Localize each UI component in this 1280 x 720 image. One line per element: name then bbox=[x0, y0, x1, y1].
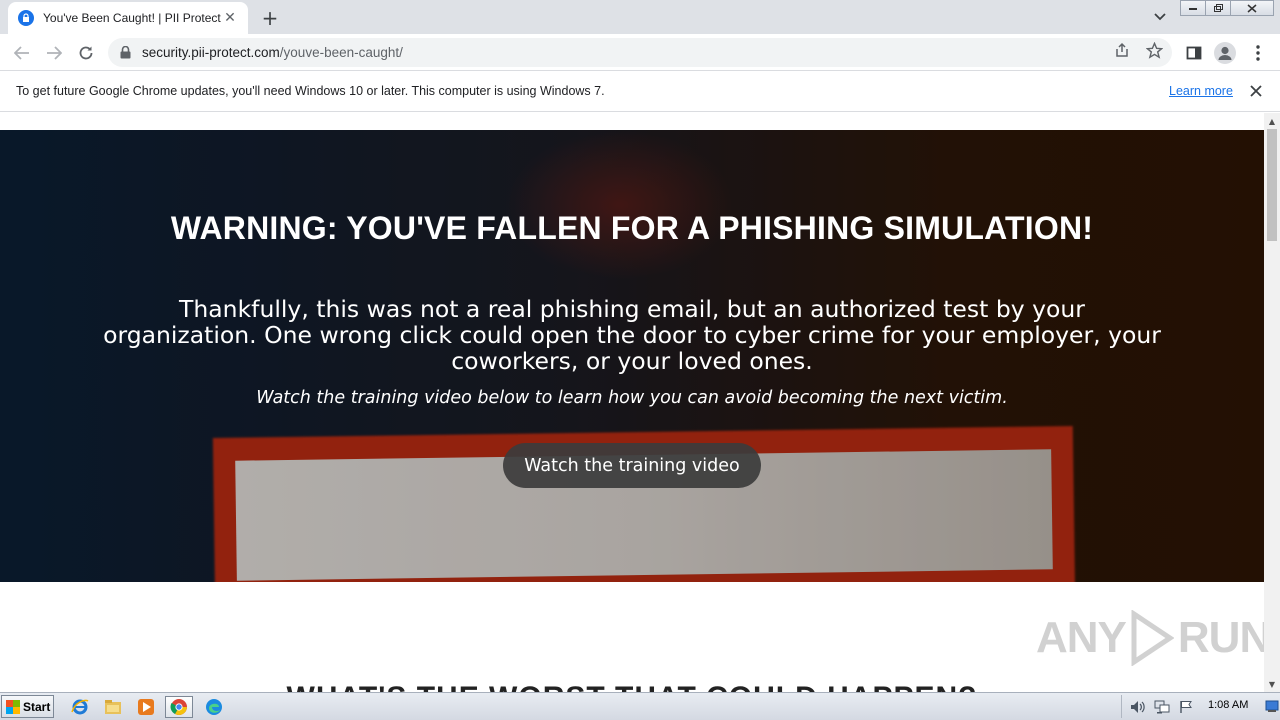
kebab-menu-icon[interactable] bbox=[1247, 42, 1269, 64]
action-center-flag-icon[interactable] bbox=[1178, 699, 1194, 715]
url-path: /youve-been-caught/ bbox=[279, 45, 403, 60]
infobar-message: To get future Google Chrome updates, you… bbox=[16, 84, 605, 98]
anyrun-watermark: ANY RUN bbox=[1036, 610, 1264, 666]
close-icon[interactable]: ✕ bbox=[222, 10, 238, 26]
media-player-icon[interactable] bbox=[132, 696, 160, 718]
scroll-down-arrow-icon[interactable]: ▼ bbox=[1264, 677, 1280, 691]
learn-more-link[interactable]: Learn more bbox=[1169, 84, 1233, 98]
scroll-up-arrow-icon[interactable]: ▲ bbox=[1264, 114, 1280, 128]
address-bar[interactable]: security.pii-protect.com/youve-been-caug… bbox=[108, 38, 1172, 67]
start-button[interactable]: Start bbox=[1, 695, 54, 718]
internet-explorer-icon[interactable] bbox=[66, 696, 94, 718]
chevron-down-icon[interactable] bbox=[1150, 8, 1170, 26]
chrome-taskbar-icon[interactable] bbox=[165, 696, 193, 718]
hero-lead-text: Thankfully, this was not a real phishing… bbox=[103, 295, 1161, 375]
shield-icon bbox=[18, 10, 34, 26]
share-icon[interactable] bbox=[1113, 41, 1131, 59]
minimize-icon[interactable] bbox=[1180, 0, 1206, 16]
side-panel-icon[interactable] bbox=[1183, 42, 1205, 64]
window-controls bbox=[1180, 0, 1274, 18]
browser-toolbar: security.pii-protect.com/youve-been-caug… bbox=[0, 34, 1280, 71]
network-icon[interactable] bbox=[1154, 699, 1170, 715]
watermark-text-left: ANY bbox=[1036, 613, 1127, 662]
watermark-text-right: RUN bbox=[1177, 613, 1264, 662]
restore-icon[interactable] bbox=[1205, 0, 1231, 16]
taskbar-clock: 1:08 AM bbox=[1208, 699, 1249, 711]
reload-icon[interactable] bbox=[73, 40, 99, 66]
page-title: WARNING: YOU'VE FALLEN FOR A PHISHING SI… bbox=[170, 210, 1094, 246]
volume-icon[interactable] bbox=[1130, 699, 1146, 715]
bookmark-star-icon[interactable] bbox=[1145, 41, 1163, 59]
forward-arrow-icon[interactable] bbox=[41, 40, 67, 66]
windows-logo-icon bbox=[6, 699, 20, 714]
tab-title: You've Been Caught! | PII Protect bbox=[43, 11, 221, 25]
vertical-scrollbar[interactable]: ▲ ▼ bbox=[1264, 113, 1280, 692]
hero-banner: WARNING: YOU'VE FALLEN FOR A PHISHING SI… bbox=[0, 130, 1264, 582]
new-tab-button[interactable]: + bbox=[256, 6, 284, 30]
play-icon bbox=[1131, 610, 1174, 666]
window-close-icon[interactable] bbox=[1230, 0, 1274, 16]
page-viewport: WARNING: YOU'VE FALLEN FOR A PHISHING SI… bbox=[0, 113, 1264, 692]
back-arrow-icon[interactable] bbox=[9, 40, 35, 66]
hero-subtext: Watch the training video below to learn … bbox=[256, 388, 1008, 408]
section-heading: WHAT'S THE WORST THAT COULD HAPPEN? bbox=[0, 681, 1264, 692]
close-icon[interactable] bbox=[1247, 82, 1265, 100]
system-tray: 1:08 AM bbox=[1121, 695, 1280, 718]
watch-training-video-button[interactable]: Watch the training video bbox=[503, 443, 761, 488]
start-label: Start bbox=[23, 699, 51, 714]
scrollbar-thumb[interactable] bbox=[1267, 129, 1277, 241]
profile-avatar-icon[interactable] bbox=[1214, 42, 1236, 64]
windows-taskbar: Start 1:08 AM bbox=[0, 692, 1280, 720]
lock-icon[interactable] bbox=[120, 46, 134, 60]
edge-icon[interactable] bbox=[200, 696, 228, 718]
tab-strip: You've Been Caught! | PII Protect ✕ + bbox=[0, 0, 1280, 34]
url-host: security.pii-protect.com bbox=[142, 45, 280, 60]
file-explorer-icon[interactable] bbox=[99, 696, 127, 718]
browser-tab[interactable]: You've Been Caught! | PII Protect ✕ bbox=[8, 2, 248, 34]
show-desktop-icon[interactable] bbox=[1265, 698, 1279, 717]
url-text: security.pii-protect.com/youve-been-caug… bbox=[142, 45, 403, 60]
update-infobar: To get future Google Chrome updates, you… bbox=[0, 71, 1280, 112]
